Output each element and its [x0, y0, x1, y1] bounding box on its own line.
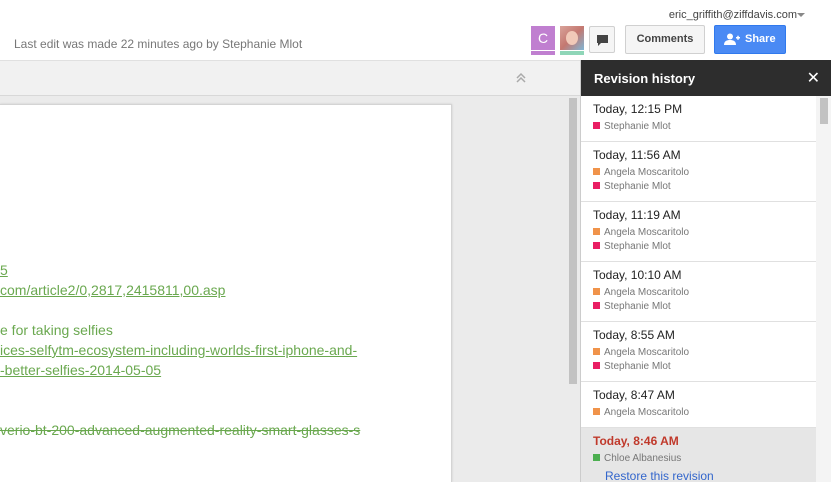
doc-link[interactable]: com/article2/0,2817,2415811,00.asp	[0, 282, 225, 298]
revision-author: Stephanie Mlot	[593, 241, 671, 252]
revision-author: Stephanie Mlot	[593, 121, 671, 132]
restore-revision-link[interactable]: Restore this revision	[605, 469, 714, 482]
chat-button[interactable]	[589, 26, 615, 53]
author-color-swatch	[593, 168, 600, 175]
share-label: Share	[745, 33, 776, 45]
revision-item[interactable]: Today, 8:55 AM Angela Moscaritolo Stepha…	[581, 322, 816, 382]
chevron-down-icon[interactable]	[797, 13, 805, 17]
comments-button[interactable]: Comments	[625, 25, 705, 54]
author-color-swatch	[593, 182, 600, 189]
revision-author: Stephanie Mlot	[593, 181, 671, 192]
top-bar: Last edit was made 22 minutes ago by Ste…	[0, 0, 831, 60]
panel-title: Revision history	[594, 71, 696, 86]
revision-time: Today, 11:56 AM	[593, 148, 681, 162]
doc-link-struck[interactable]: verio-bt-200-advanced-augmented-reality-…	[0, 422, 360, 438]
author-color-swatch	[593, 454, 600, 461]
author-color-swatch	[593, 362, 600, 369]
revision-author: Angela Moscaritolo	[593, 167, 689, 178]
revision-time: Today, 8:55 AM	[593, 328, 675, 342]
collaborator-color-bar	[531, 51, 555, 55]
person-add-icon	[724, 33, 740, 45]
collapse-up-icon[interactable]	[514, 71, 528, 85]
revision-time: Today, 8:46 AM	[593, 434, 679, 448]
editor-toolbar	[0, 60, 580, 96]
revision-item[interactable]: Today, 10:10 AM Angela Moscaritolo Steph…	[581, 262, 816, 322]
revision-author: Angela Moscaritolo	[593, 407, 689, 418]
revision-item[interactable]: Today, 12:15 PM Stephanie Mlot	[581, 96, 816, 142]
revision-list: Today, 12:15 PM Stephanie Mlot Today, 11…	[581, 96, 816, 482]
doc-text: e for taking selfies	[0, 322, 113, 338]
document-page[interactable]: 5 com/article2/0,2817,2415811,00.asp e f…	[0, 104, 452, 482]
close-icon[interactable]: ✕	[807, 68, 820, 88]
author-color-swatch	[593, 228, 600, 235]
revision-time: Today, 10:10 AM	[593, 268, 682, 282]
account-email[interactable]: eric_griffith@ziffdavis.com	[669, 9, 797, 21]
document-scrollbar-thumb[interactable]	[569, 98, 577, 384]
author-color-swatch	[593, 408, 600, 415]
panel-header: Revision history ✕	[581, 60, 831, 96]
author-color-swatch	[593, 302, 600, 309]
author-color-swatch	[593, 288, 600, 295]
revision-author: Stephanie Mlot	[593, 361, 671, 372]
panel-scrollbar-thumb[interactable]	[820, 98, 828, 124]
doc-link[interactable]: ices-selfytm-ecosystem-including-worlds-…	[0, 342, 357, 358]
revision-author: Angela Moscaritolo	[593, 347, 689, 358]
collaborator-color-bar	[560, 51, 584, 55]
collaborator-avatar-photo[interactable]	[560, 26, 584, 50]
revision-author: Angela Moscaritolo	[593, 287, 689, 298]
revision-time: Today, 11:19 AM	[593, 208, 681, 222]
revision-history-panel: Revision history ✕ Today, 12:15 PM Steph…	[580, 60, 831, 482]
doc-link[interactable]: -better-selfies-2014-05-05	[0, 362, 161, 378]
chat-icon	[597, 35, 608, 46]
revision-item-selected[interactable]: Today, 8:46 AM Chloe Albanesius Restore …	[581, 428, 816, 482]
share-button[interactable]: Share	[714, 25, 786, 54]
revision-author: Angela Moscaritolo	[593, 227, 689, 238]
panel-scrollbar[interactable]	[816, 96, 831, 482]
revision-author: Stephanie Mlot	[593, 301, 671, 312]
revision-time: Today, 12:15 PM	[593, 102, 683, 116]
revision-item[interactable]: Today, 11:56 AM Angela Moscaritolo Steph…	[581, 142, 816, 202]
collaborator-avatar-c[interactable]: C	[531, 26, 555, 50]
revision-item[interactable]: Today, 11:19 AM Angela Moscaritolo Steph…	[581, 202, 816, 262]
author-color-swatch	[593, 242, 600, 249]
revision-item[interactable]: Today, 8:47 AM Angela Moscaritolo	[581, 382, 816, 428]
author-color-swatch	[593, 122, 600, 129]
revision-time: Today, 8:47 AM	[593, 388, 675, 402]
last-edit-status[interactable]: Last edit was made 22 minutes ago by Ste…	[14, 37, 302, 51]
doc-link[interactable]: 5	[0, 262, 8, 278]
revision-author: Chloe Albanesius	[593, 453, 681, 464]
author-color-swatch	[593, 348, 600, 355]
